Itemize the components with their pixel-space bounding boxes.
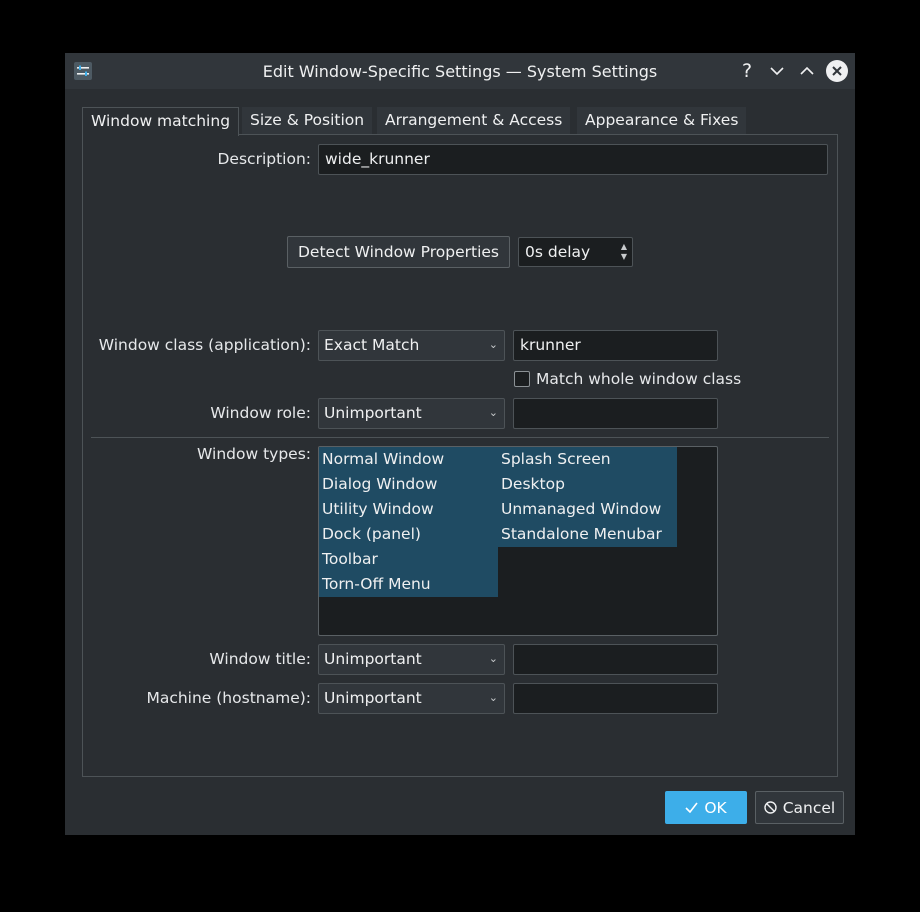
window-types-list[interactable]: Normal Window Dialog Window Utility Wind… (318, 446, 718, 636)
description-input[interactable]: wide_krunner (318, 144, 828, 175)
window-title-match-combo[interactable]: Unimportant ⌄ (318, 644, 505, 675)
list-item[interactable]: Splash Screen (498, 447, 677, 472)
ok-label: OK (704, 798, 727, 817)
machine-match-combo[interactable]: Unimportant ⌄ (318, 683, 505, 714)
window-types-column-1: Normal Window Dialog Window Utility Wind… (319, 447, 498, 597)
chevron-down-icon (770, 67, 784, 76)
list-item[interactable]: Torn-Off Menu (319, 572, 498, 597)
match-whole-class-checkbox[interactable] (514, 371, 530, 387)
window-class-match-combo[interactable]: Exact Match ⌄ (318, 330, 505, 361)
chevron-down-icon: ⌄ (488, 691, 498, 704)
cancel-button[interactable]: Cancel (755, 791, 844, 824)
machine-label: Machine (hostname): (146, 689, 311, 707)
detect-window-properties-button[interactable]: Detect Window Properties (287, 236, 510, 268)
machine-input[interactable] (513, 683, 718, 714)
list-item[interactable]: Desktop (498, 472, 677, 497)
list-item[interactable]: Normal Window (319, 447, 498, 472)
tab-window-matching[interactable]: Window matching (82, 107, 240, 136)
close-icon (832, 66, 842, 76)
delay-value: 0s delay (525, 243, 591, 261)
list-item[interactable]: Dialog Window (319, 472, 498, 497)
separator (91, 437, 829, 438)
window-role-match-value: Unimportant (324, 404, 422, 422)
window-title-match-value: Unimportant (324, 650, 422, 668)
tab-size-position[interactable]: Size & Position (242, 107, 373, 135)
settings-dialog: Edit Window-Specific Settings — System S… (65, 53, 855, 835)
list-item[interactable]: Utility Window (319, 497, 498, 522)
spin-arrows-icon[interactable]: ▲ ▼ (621, 242, 627, 262)
window-role-match-combo[interactable]: Unimportant ⌄ (318, 398, 505, 429)
list-item[interactable]: Toolbar (319, 547, 498, 572)
window-types-column-2: Splash Screen Desktop Unmanaged Window S… (498, 447, 677, 547)
list-item[interactable]: Dock (panel) (319, 522, 498, 547)
window-role-label: Window role: (210, 404, 311, 422)
maximize-button[interactable] (796, 60, 818, 82)
ok-button[interactable]: OK (665, 791, 747, 824)
title-bar[interactable]: Edit Window-Specific Settings — System S… (65, 53, 855, 89)
window-title-input[interactable] (513, 644, 718, 675)
window-types-label: Window types: (197, 445, 311, 463)
chevron-down-icon: ⌄ (488, 652, 498, 665)
chevron-down-icon: ⌄ (488, 406, 498, 419)
description-label: Description: (217, 150, 312, 168)
window-role-input[interactable] (513, 398, 718, 429)
chevron-up-icon (800, 66, 814, 75)
tab-arrangement-access[interactable]: Arrangement & Access (377, 107, 571, 135)
help-button[interactable]: ? (736, 60, 758, 82)
window-class-match-value: Exact Match (324, 336, 420, 354)
machine-match-value: Unimportant (324, 689, 422, 707)
minimize-button[interactable] (766, 60, 788, 82)
checkmark-icon (685, 802, 698, 813)
cancel-label: Cancel (782, 798, 836, 817)
chevron-down-icon: ⌄ (488, 338, 498, 351)
delay-spinbox[interactable]: 0s delay ▲ ▼ (518, 237, 633, 267)
close-button[interactable] (826, 60, 848, 82)
list-item[interactable]: Unmanaged Window (498, 497, 677, 522)
match-whole-class-label[interactable]: Match whole window class (536, 370, 741, 388)
window-title-label: Window title: (209, 650, 311, 668)
window-class-label: Window class (application): (98, 336, 311, 354)
window-class-input[interactable]: krunner (513, 330, 718, 361)
tab-appearance-fixes[interactable]: Appearance & Fixes (577, 107, 747, 135)
list-item[interactable]: Standalone Menubar (498, 522, 677, 547)
cancel-icon (764, 801, 777, 814)
